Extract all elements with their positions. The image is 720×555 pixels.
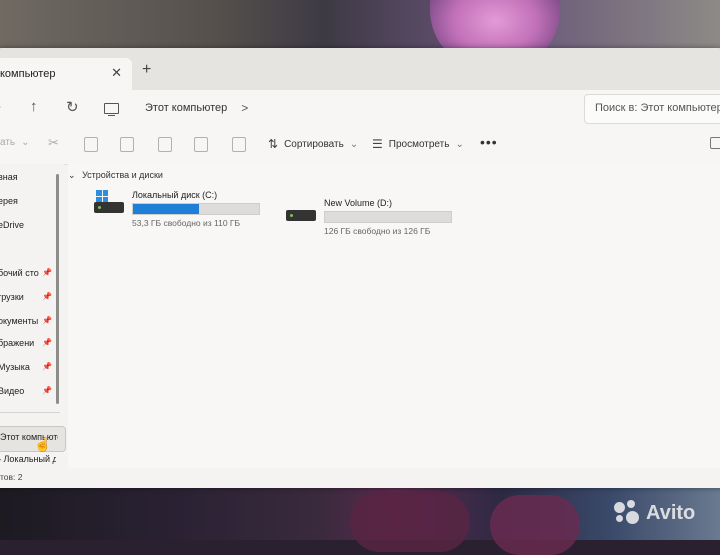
more-options-icon[interactable]: ••• [480,134,498,150]
computer-icon [104,102,119,116]
avito-logo-icon [612,500,642,526]
pin-icon: 📌 [42,292,52,301]
drive-c[interactable]: Локальный диск (C:) 53,3 ГБ свободно из … [94,190,264,230]
drive-free-space: 126 ГБ свободно из 126 ГБ [324,226,431,236]
windows-logo-icon [96,190,108,202]
sort-button[interactable]: ⇅ Сортировать ⌄ [268,137,358,151]
drive-usage-bar [324,211,452,223]
close-tab-icon[interactable]: ✕ [111,65,122,81]
pin-icon: 📌 [42,386,52,395]
drive-d[interactable]: New Volume (D:) 126 ГБ свободно из 126 Г… [286,198,456,238]
pin-icon: 📌 [42,316,52,325]
navigation-bar: › ↑ ↻ Этот компьютер > Поиск в: Этот ком… [0,90,720,126]
sidebar-item-local-disk[interactable]: › Локальный д [0,454,56,464]
tab-strip: компьютер ✕ + [0,48,720,90]
drive-icon [286,210,316,221]
chevron-right-icon[interactable]: › [0,454,1,464]
chevron-down-icon: ⌄ [349,138,359,150]
search-input[interactable]: Поиск в: Этот компьютер [584,94,720,124]
search-placeholder: Поиск в: Этот компьютер [595,102,720,114]
command-bar: ать ⌄ ✂ ⇅ Сортировать ⌄ ☰ Просмотреть ⌄ … [0,126,720,165]
address-bar[interactable]: Этот компьютер > [92,94,562,122]
tab-this-pc[interactable]: компьютер ✕ [0,58,132,90]
mouse-cursor-icon: ☝ [34,436,52,452]
sidebar-scrollbar[interactable] [56,174,59,404]
file-explorer-window: компьютер ✕ + › ↑ ↻ Этот компьютер > Пои… [0,48,720,488]
drive-usage-fill [133,204,199,214]
sidebar-local-disk-label: Локальный д [3,454,56,464]
sidebar-item-gallery[interactable]: ерея [0,196,56,206]
copy-icon[interactable] [84,137,98,152]
refresh-icon[interactable]: ↻ [66,98,79,116]
chevron-right-icon[interactable]: > [241,101,248,115]
group-header[interactable]: ⌄ Устройства и диски [68,170,163,181]
drive-icon [94,202,124,213]
drive-name: Локальный диск (C:) [132,190,218,200]
drive-usage-bar [132,203,260,215]
explorer-body: вная ерея eDrive бочий сто 📌 грузки 📌 ок… [0,164,720,488]
chevron-down-icon: ⌄ [455,138,464,150]
sort-icon: ⇅ [268,137,279,151]
paste-icon[interactable] [120,137,134,152]
avito-watermark-text: Avito [646,501,696,524]
cut-icon[interactable]: ✂ [48,135,59,151]
new-tab-button[interactable]: + [142,61,151,79]
pin-icon: 📌 [42,362,52,371]
drive-free-space: 53,3 ГБ свободно из 110 ГБ [132,218,241,228]
navigation-pane: вная ерея eDrive бочий сто 📌 грузки 📌 ок… [0,164,66,488]
view-label: Просмотреть [388,138,450,150]
status-item-count: тов: 2 [0,472,23,482]
sort-label: Сортировать [284,138,344,150]
details-pane-icon[interactable] [710,137,720,149]
background-figure-left [350,492,470,552]
chevron-down-icon: ⌄ [68,170,76,180]
sidebar-item-onedrive[interactable]: eDrive [0,220,56,230]
delete-icon[interactable] [232,137,246,152]
pin-icon: 📌 [42,338,52,347]
share-icon[interactable] [194,137,208,152]
pin-icon: 📌 [42,268,52,277]
group-header-label: Устройства и диски [82,170,163,180]
create-button[interactable]: ать ⌄ [0,137,30,148]
sidebar-divider [0,412,60,413]
view-icon: ☰ [372,137,383,151]
status-bar: тов: 2 [0,468,720,488]
rename-icon[interactable] [158,137,172,152]
avito-watermark: Avito [612,500,695,526]
background-figure-right [490,495,580,555]
tab-title: компьютер [0,68,56,80]
forward-arrow-icon[interactable]: › [0,98,1,115]
view-button[interactable]: ☰ Просмотреть ⌄ [372,137,464,151]
drive-name: New Volume (D:) [324,198,393,208]
up-arrow-icon[interactable]: ↑ [30,98,38,115]
content-area: ⌄ Устройства и диски Локальный диск (C:)… [68,164,720,488]
chevron-down-icon: ⌄ [21,137,30,148]
sidebar-item-home[interactable]: вная [0,172,56,182]
create-label: ать [0,137,16,148]
breadcrumb-this-pc[interactable]: Этот компьютер [145,102,227,114]
